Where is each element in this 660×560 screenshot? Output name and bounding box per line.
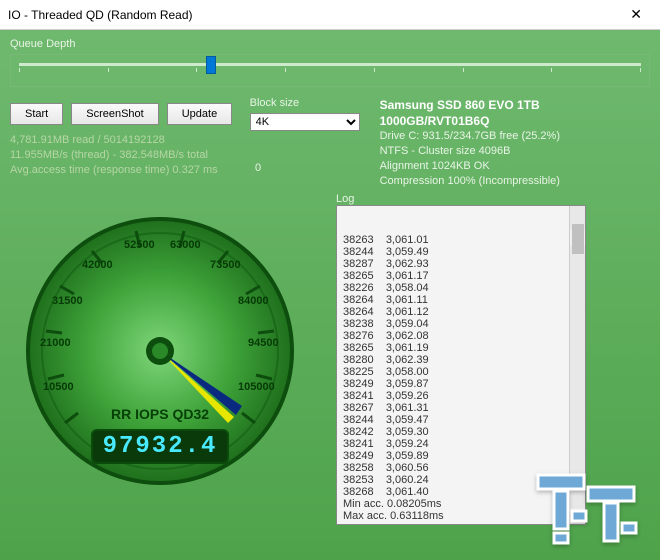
screenshot-button[interactable]: ScreenShot: [71, 103, 158, 125]
tick-2: 21000: [40, 337, 71, 349]
start-button[interactable]: Start: [10, 103, 63, 125]
tick-5: 52500: [124, 239, 155, 251]
tick-6: 63000: [170, 239, 201, 251]
tick-7: 73500: [210, 259, 241, 271]
log-label: Log: [336, 193, 650, 205]
stats-speed: 11.955MB/s (thread) - 382.548MB/s total: [10, 148, 238, 163]
stats-block: 4,781.91MB read / 5014192128 11.955MB/s …: [10, 133, 238, 178]
tick-8: 84000: [238, 295, 269, 307]
counter-zero: 0: [255, 162, 261, 174]
slider-thumb[interactable]: [206, 56, 216, 74]
iops-gauge: 10500 21000 31500 42000 52500 63000 7350…: [10, 201, 310, 501]
tick-10: 105000: [238, 381, 275, 393]
stats-read: 4,781.91MB read / 5014192128: [10, 133, 238, 148]
stats-access: Avg.access time (response time) 0.327 ms: [10, 163, 238, 178]
blocksize-select[interactable]: 4K: [250, 113, 360, 131]
drive-comp: Compression 100% (Incompressible): [380, 174, 650, 189]
close-icon[interactable]: ✕: [620, 2, 652, 27]
tick-3: 31500: [52, 295, 83, 307]
drive-align: Alignment 1024KB OK: [380, 159, 650, 174]
drive-free: Drive C: 931.5/234.7GB free (25.2%): [380, 129, 650, 144]
tick-4: 42000: [82, 259, 113, 271]
gauge-readout: 97932.4: [10, 429, 310, 464]
drive-fs: NTFS - Cluster size 4096B: [380, 144, 650, 159]
tick-1: 10500: [43, 381, 74, 393]
tick-9: 94500: [248, 337, 279, 349]
scroll-thumb[interactable]: [572, 224, 584, 254]
queue-depth-label: Queue Depth: [10, 38, 650, 50]
drive-title: Samsung SSD 860 EVO 1TB 1000GB/RVT01B6Q: [380, 97, 650, 129]
tweaktown-logo: [532, 467, 652, 552]
window-title: IO - Threaded QD (Random Read): [8, 8, 193, 22]
update-button[interactable]: Update: [167, 103, 232, 125]
queue-depth-slider-box: [10, 54, 650, 87]
client-area: Queue Depth Start ScreenShot Update 4,78…: [0, 30, 660, 560]
blocksize-label: Block size: [250, 97, 360, 109]
gauge-title: RR IOPS QD32: [10, 406, 310, 422]
slider-ticks: [19, 68, 641, 72]
queue-depth-slider[interactable]: [19, 63, 641, 66]
titlebar: IO - Threaded QD (Random Read) ✕: [0, 0, 660, 30]
drive-info: Samsung SSD 860 EVO 1TB 1000GB/RVT01B6Q …: [380, 97, 650, 189]
